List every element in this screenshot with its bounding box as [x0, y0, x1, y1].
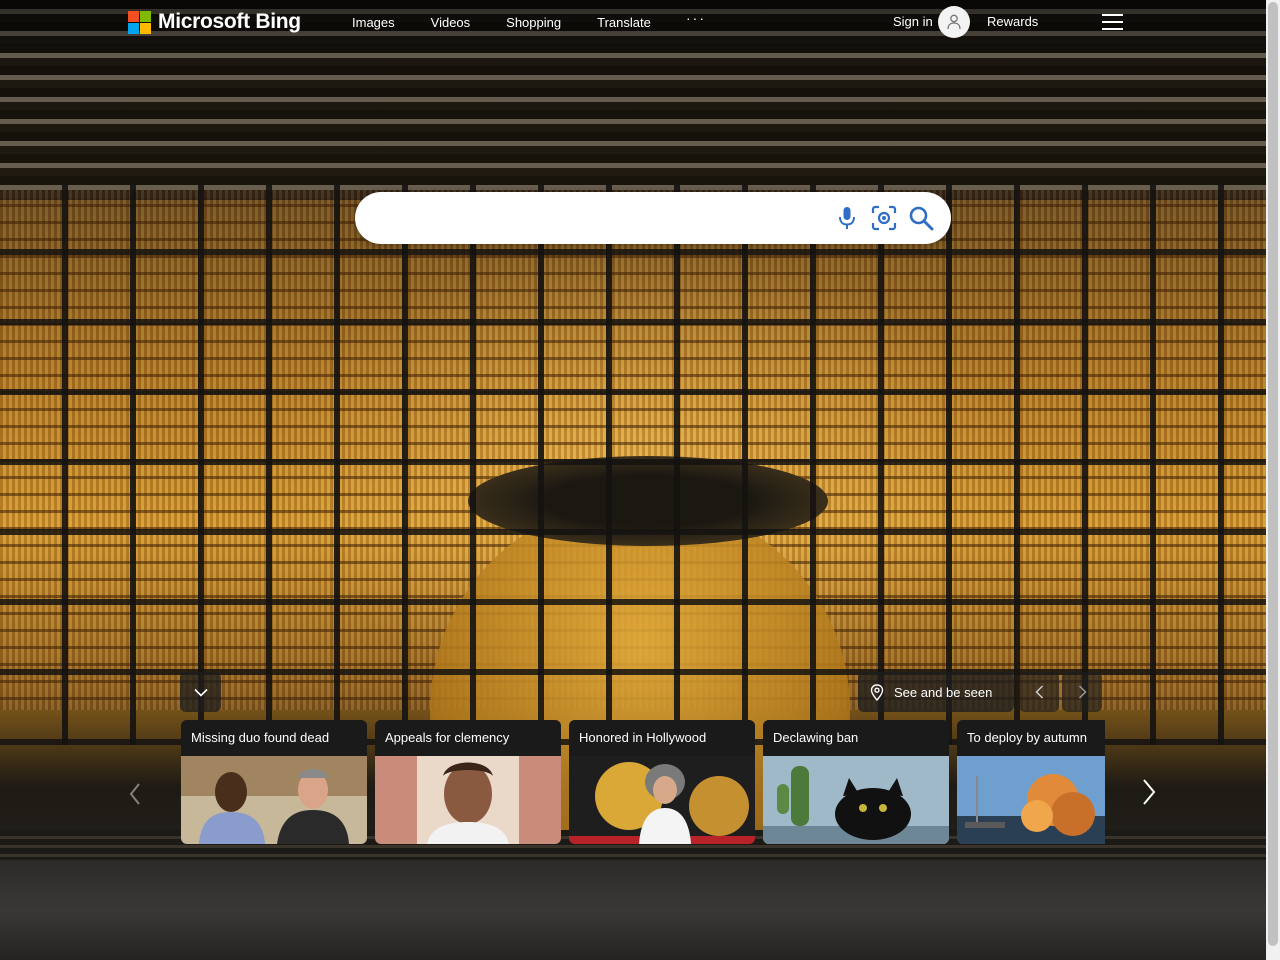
top-nav: Images Videos Shopping Translate [352, 15, 687, 30]
collapse-feed-button[interactable] [180, 672, 221, 712]
avatar[interactable] [938, 6, 970, 38]
top-header: Microsoft Bing Images Videos Shopping Tr… [0, 0, 1266, 46]
bing-logo[interactable]: Microsoft Bing [128, 10, 301, 34]
scrollbar-thumb[interactable] [1268, 2, 1278, 946]
search-box [355, 192, 951, 244]
news-card-title: Appeals for clemency [375, 720, 561, 756]
news-card-title: Declawing ban [763, 720, 949, 756]
news-card[interactable]: Appeals for clemency [375, 720, 561, 844]
nav-item-images[interactable]: Images [352, 15, 395, 30]
image-info-label: See and be seen [894, 684, 993, 700]
visual-search-icon[interactable] [870, 204, 898, 232]
news-thumbnail [569, 756, 755, 844]
previous-image-button[interactable] [1019, 672, 1059, 712]
news-card[interactable]: Declawing ban [763, 720, 949, 844]
news-thumbnail [957, 756, 1105, 844]
news-card-title: Missing duo found dead [181, 720, 367, 756]
scrollbar[interactable] [1266, 0, 1280, 960]
mic-icon[interactable] [833, 204, 861, 232]
hamburger-icon[interactable] [1102, 14, 1123, 30]
background-floor [0, 860, 1266, 960]
nav-item-videos[interactable]: Videos [431, 15, 471, 30]
image-info-button[interactable]: See and be seen [858, 672, 1014, 712]
chevron-left-icon [129, 783, 140, 805]
news-thumbnail [763, 756, 949, 844]
news-thumbnail [375, 756, 561, 844]
chevron-right-icon [1143, 779, 1156, 805]
news-card[interactable]: Honored in Hollywood [569, 720, 755, 844]
search-input[interactable] [377, 202, 821, 236]
chevron-left-icon [1034, 685, 1043, 699]
news-card-title: To deploy by autumn [957, 720, 1105, 756]
news-thumbnail [181, 756, 367, 844]
brand-name: Microsoft Bing [158, 10, 301, 33]
news-carousel: Missing duo found dead Appeals for cleme… [181, 720, 1105, 844]
news-card[interactable]: To deploy by autumn [957, 720, 1105, 844]
chevron-down-icon [193, 688, 208, 697]
more-menu-button[interactable]: ··· [686, 10, 706, 26]
next-image-button[interactable] [1062, 672, 1102, 712]
background-window-grid [0, 185, 1266, 745]
news-prev-button[interactable] [124, 776, 146, 812]
search-icon[interactable] [907, 204, 935, 232]
news-card[interactable]: Missing duo found dead [181, 720, 367, 844]
news-card-title: Honored in Hollywood [569, 720, 755, 756]
chevron-right-icon [1078, 685, 1087, 699]
sign-in-link[interactable]: Sign in [893, 14, 933, 29]
microsoft-logo-icon [128, 10, 151, 34]
nav-item-shopping[interactable]: Shopping [506, 15, 561, 30]
location-pin-icon [870, 683, 884, 701]
news-next-button[interactable] [1137, 774, 1161, 810]
rewards-link[interactable]: Rewards [987, 14, 1038, 29]
nav-item-translate[interactable]: Translate [597, 15, 651, 30]
person-icon [947, 14, 961, 30]
